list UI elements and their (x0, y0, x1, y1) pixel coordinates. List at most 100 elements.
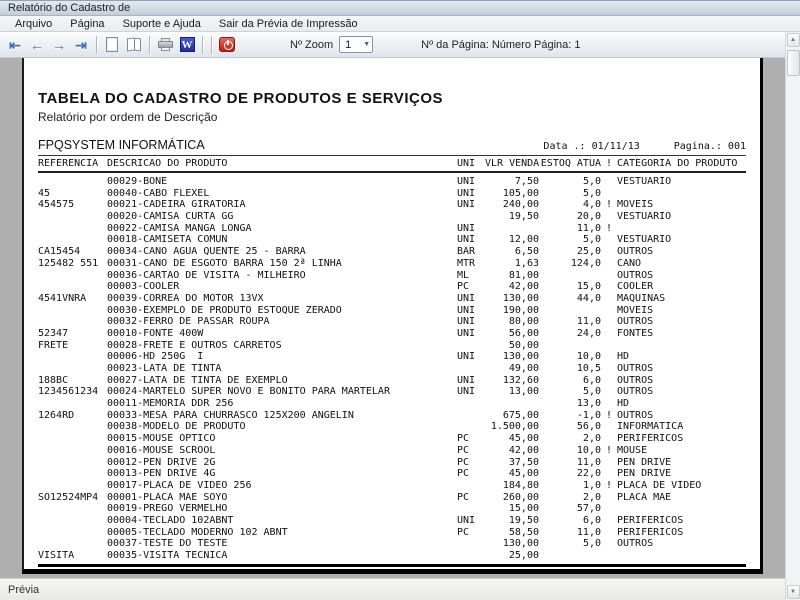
zoom-value: 1 (345, 39, 351, 51)
cell-categoria: PEN DRIVE (617, 457, 746, 469)
cell-referencia: 125482 551 (38, 258, 107, 270)
cell-flag (601, 340, 617, 352)
table-row: 00037-TESTE DO TESTE 130,00 5,0 OUTROS (38, 538, 746, 550)
cell-flag (601, 328, 617, 340)
column-header-vlr-venda: VLR VENDA (485, 158, 539, 169)
last-page-button[interactable]: ⇥ (70, 35, 92, 55)
toolbar-separator (202, 36, 203, 54)
next-page-button[interactable]: → (48, 35, 70, 55)
single-page-icon (106, 37, 118, 52)
report-subtitle: Relatório por ordem de Descrição (38, 110, 760, 124)
vertical-scrollbar[interactable]: ▲ ▼ (785, 32, 800, 600)
cell-referencia (38, 468, 107, 480)
cell-descricao: 00020-CAMISA CURTA GG (107, 211, 457, 223)
cell-referencia (38, 363, 107, 375)
cell-estoq-atua (539, 550, 601, 562)
menu-pagina[interactable]: Página (61, 17, 113, 31)
report-date: Data .: 01/11/13 (543, 141, 639, 152)
cell-categoria: INFORMATICA (617, 421, 746, 433)
cell-uni (457, 398, 485, 410)
cell-uni: PC (457, 445, 485, 457)
cell-referencia (38, 480, 107, 492)
cell-estoq-atua: 57,0 (539, 503, 601, 515)
cell-estoq-atua: -1,0 (539, 410, 601, 422)
scroll-up-icon[interactable]: ▲ (787, 33, 800, 47)
cell-referencia: SO12524MP4 (38, 492, 107, 504)
cell-referencia (38, 538, 107, 550)
cell-flag (601, 386, 617, 398)
cell-descricao: 00033-MESA PARA CHURRASCO 125X200 ANGELI… (107, 410, 457, 422)
cell-referencia: VISITA (38, 550, 107, 562)
table-row: 52347 00010-FONTE 400W UNI 56,00 24,0 FO… (38, 328, 746, 340)
cell-descricao: 00017-PLACA DE VÍDEO 256 (107, 480, 457, 492)
cell-vlr-venda: 58,50 (485, 527, 539, 539)
two-page-view-button[interactable] (123, 35, 145, 55)
scroll-down-icon[interactable]: ▼ (787, 585, 800, 599)
cell-estoq-atua: 11,0 (539, 223, 601, 235)
cell-estoq-atua: 5,0 (539, 188, 601, 200)
cell-uni: UNI (457, 305, 485, 317)
cell-categoria: OUTROS (617, 375, 746, 387)
cell-flag (601, 363, 617, 375)
cell-estoq-atua: 11,0 (539, 527, 601, 539)
table-row: 00018-CAMISETA COMUN UNI 12,00 5,0 VESTU… (38, 234, 746, 246)
cell-descricao: 00018-CAMISETA COMUN (107, 234, 457, 246)
cell-referencia (38, 398, 107, 410)
cell-flag (601, 281, 617, 293)
menu-suporte-e-ajuda[interactable]: Suporte e Ajuda (114, 17, 210, 31)
cell-estoq-atua: 5,0 (539, 234, 601, 246)
cell-referencia (38, 223, 107, 235)
first-page-icon: ⇤ (9, 38, 21, 52)
cell-categoria: PERIFÉRICOS (617, 433, 746, 445)
single-page-view-button[interactable] (101, 35, 123, 55)
cell-estoq-atua: 11,0 (539, 316, 601, 328)
export-word-button[interactable]: W (176, 35, 198, 55)
cell-referencia (38, 351, 107, 363)
exit-preview-button[interactable] (216, 35, 238, 55)
print-button[interactable] (154, 35, 176, 55)
cell-flag (601, 351, 617, 363)
cell-vlr-venda: 50,00 (485, 340, 539, 352)
column-header-uni: UNI (457, 158, 485, 169)
cell-referencia: 45 (38, 188, 107, 200)
cell-vlr-venda: 7,50 (485, 176, 539, 188)
cell-categoria: PLACA DE VÍDEO (617, 480, 746, 492)
prev-page-button[interactable]: ← (26, 35, 48, 55)
cell-uni: UNI (457, 223, 485, 235)
cell-flag (601, 234, 617, 246)
cell-flag (601, 246, 617, 258)
cell-uni (457, 340, 485, 352)
table-header: REFERENCIA DESCRICAO DO PRODUTO UNI VLR … (38, 156, 746, 173)
cell-referencia (38, 515, 107, 527)
zoom-dropdown[interactable]: 1 ▼ (339, 36, 373, 53)
cell-referencia (38, 445, 107, 457)
cell-categoria (617, 550, 746, 562)
cell-vlr-venda: 81,00 (485, 270, 539, 282)
cell-uni (457, 211, 485, 223)
cell-referencia (38, 176, 107, 188)
first-page-button[interactable]: ⇤ (4, 35, 26, 55)
cell-vlr-venda: 190,00 (485, 305, 539, 317)
menu-arquivo[interactable]: Arquivo (6, 17, 61, 31)
table-row: 00032-FERRO DE PASSAR ROUPA UNI 80,00 11… (38, 316, 746, 328)
page-info-label: Nº da Página: Número Página: 1 (421, 39, 580, 51)
cell-flag: ! (601, 223, 617, 235)
cell-categoria: MAQUINAS (617, 293, 746, 305)
scrollbar-thumb[interactable] (787, 50, 800, 76)
table-row: 1264RD 00033-MESA PARA CHURRASCO 125X200… (38, 410, 746, 422)
cell-categoria: HD (617, 351, 746, 363)
cell-categoria: OUTROS (617, 410, 746, 422)
cell-uni: PC (457, 468, 485, 480)
cell-uni: UNI (457, 188, 485, 200)
cell-descricao: 00019-PREGO VERMELHO (107, 503, 457, 515)
cell-flag (601, 433, 617, 445)
company-name: FPQSYSTEM INFORMÁTICA (38, 138, 205, 152)
menu-sair-da-previa[interactable]: Sair da Prévia de Impressão (210, 17, 367, 31)
cell-descricao: 00004-TECLADO 102ABNT (107, 515, 457, 527)
cell-categoria: MOUSE (617, 445, 746, 457)
cell-estoq-atua: 11,0 (539, 457, 601, 469)
cell-descricao: 00037-TESTE DO TESTE (107, 538, 457, 550)
cell-flag (601, 421, 617, 433)
cell-estoq-atua: 13,0 (539, 398, 601, 410)
exit-preview-icon (219, 37, 235, 52)
